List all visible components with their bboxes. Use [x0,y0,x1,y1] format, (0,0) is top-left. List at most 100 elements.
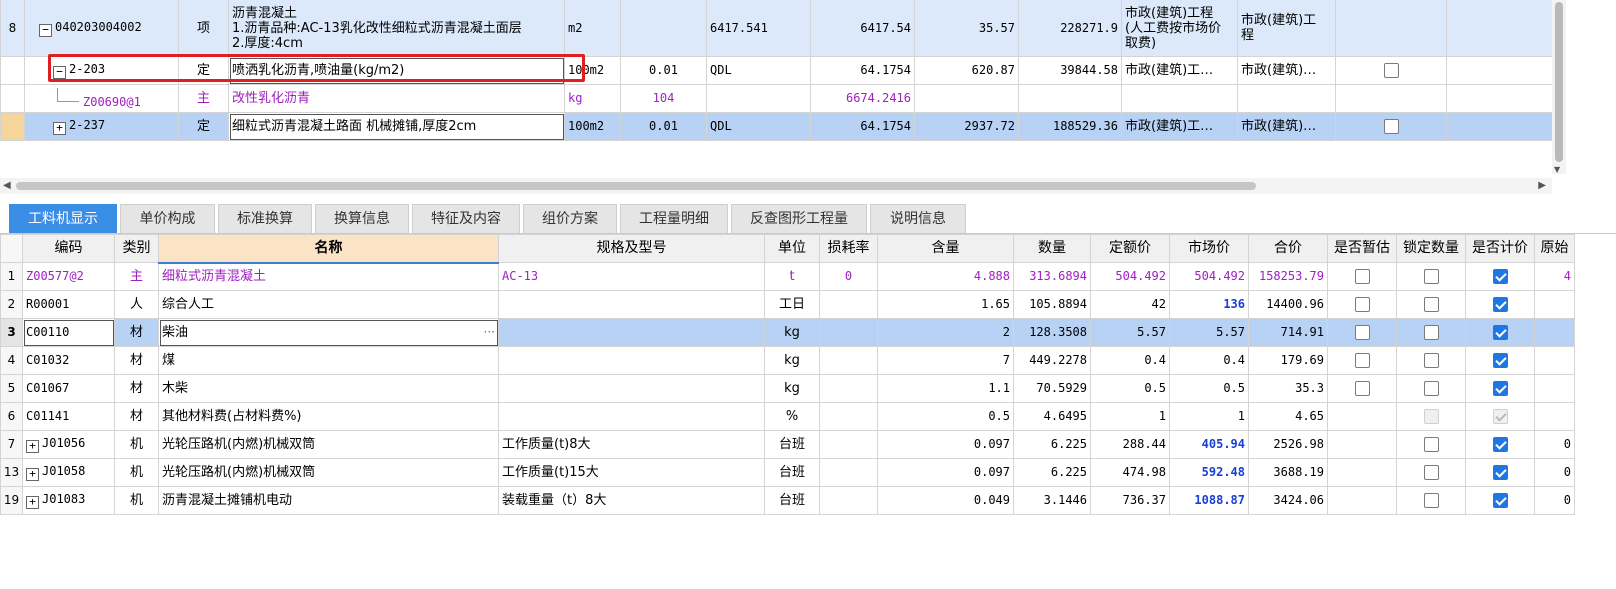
unit-price-cell[interactable]: 620.87 [914,56,1019,85]
quantity-cell[interactable]: 64.1754 [810,56,915,85]
code-cell[interactable]: C01067 [22,374,115,403]
original-cell[interactable] [1534,374,1575,403]
bill-row[interactable]: Z00690@1 主 改性乳化沥青 kg 104 6674.2416 [0,84,1553,113]
horizontal-scrollbar-thumb[interactable] [16,182,1256,190]
content-cell[interactable]: 1.65 [877,290,1014,319]
resource-row[interactable]: 2 R00001 人 综合人工 工日 1.65 105.8894 42 136 14400.96 [0,290,1575,319]
total-cell[interactable]: 228271.9 [1018,0,1122,57]
tab-quantity-detail[interactable]: 工程量明细 [620,204,728,233]
is-priced-cell[interactable] [1465,290,1535,319]
quantity-cell[interactable]: 449.2278 [1013,346,1091,375]
column-header[interactable]: 含量 [877,234,1014,263]
tab-labor-material-machine[interactable]: 工料机显示 [9,204,117,233]
qty-expression-cell[interactable] [706,84,811,113]
unit-price-cell[interactable] [914,84,1019,113]
checkbox-cell[interactable] [1335,112,1447,141]
qty-factor-cell[interactable]: 0.01 [620,56,707,85]
resource-row[interactable]: 3 C00110 材 ··· 柴油 kg 2 128.3508 5.57 5.57 714.91 [0,318,1575,347]
code-cell[interactable]: C01141 [22,402,115,431]
name-cell[interactable]: 细粒式沥青混凝土 [158,262,499,291]
lock-quantity-checkbox[interactable] [1423,353,1439,368]
content-cell[interactable]: 0.097 [877,458,1014,487]
loss-rate-cell[interactable] [819,430,878,459]
spec-cell[interactable]: 装载重量（t）8大 [498,486,765,515]
loss-rate-cell[interactable]: 0 [819,262,878,291]
quota-price-cell[interactable]: 0.5 [1090,374,1170,403]
lock-quantity-cell[interactable] [1396,290,1466,319]
total-price-cell[interactable]: 2526.98 [1248,430,1328,459]
lock-quantity-cell[interactable] [1396,486,1466,515]
total-price-cell[interactable]: 3424.06 [1248,486,1328,515]
content-cell[interactable]: 0.097 [877,430,1014,459]
provisional-cell[interactable] [1327,346,1397,375]
resource-row[interactable]: 1 Z00577@2 主 细粒式沥青混凝土 AC-13 t 0 4.888 313.6894 50… [0,262,1575,291]
is-priced-cell[interactable] [1465,458,1535,487]
provisional-cell[interactable] [1327,374,1397,403]
resource-row[interactable]: 4 C01032 材 煤 kg 7 449.2278 0.4 0.4 179.69 [0,346,1575,375]
row-checkbox[interactable] [1383,63,1399,78]
lock-quantity-checkbox[interactable] [1423,465,1439,480]
is-priced-checkbox[interactable] [1492,269,1508,284]
market-price-cell[interactable]: 0.4 [1169,346,1249,375]
unit-cell[interactable]: 工日 [764,290,820,319]
lock-quantity-checkbox[interactable] [1423,269,1439,284]
qty-expression-cell[interactable]: QDL [706,56,811,85]
code-cell[interactable]: R00001 [22,290,115,319]
qty-factor-cell[interactable]: 0.01 [620,112,707,141]
quantity-cell[interactable]: 4.6495 [1013,402,1091,431]
code-cell[interactable]: Z00690@1 [24,84,179,113]
is-priced-checkbox[interactable] [1492,297,1508,312]
provisional-checkbox[interactable] [1354,325,1370,340]
quantity-cell[interactable]: 6674.2416 [810,84,915,113]
unit-price-cell[interactable]: 2937.72 [914,112,1019,141]
spec-cell[interactable] [498,374,765,403]
type-cell[interactable]: 主 [178,84,229,113]
spec-cell[interactable] [498,402,765,431]
loss-rate-cell[interactable] [819,486,878,515]
unit-cell[interactable]: % [764,402,820,431]
column-header[interactable]: 单位 [764,234,820,263]
category-cell[interactable]: 材 [114,318,159,347]
content-cell[interactable]: 4.888 [877,262,1014,291]
resource-row[interactable]: 13 + J01058 机光轮压路机(内燃)机械双筒 工作质量(t)15大 台班 0.097… [0,458,1575,487]
is-priced-cell[interactable] [1465,402,1535,431]
total-price-cell[interactable]: 179.69 [1248,346,1328,375]
code-cell[interactable]: Z00577@2 [22,262,115,291]
spec-cell[interactable]: 工作质量(t)8大 [498,430,765,459]
code-cell[interactable]: + J01083 [22,486,115,515]
vertical-scrollbar[interactable]: ▼ [1552,0,1566,174]
collapse-icon[interactable]: − [39,23,52,37]
total-price-cell[interactable]: 14400.96 [1248,290,1328,319]
name-cell[interactable]: 光轮压路机(内燃)机械双筒 [158,430,499,459]
unit-cell[interactable]: 台班 [764,430,820,459]
quantity-cell[interactable]: 6417.54 [810,0,915,57]
bill-row[interactable]: +2-237 定 细粒式沥青混凝土路面 机械摊铺,厚度2cm 100m2 0.01 QDL… [0,112,1553,141]
name-cell[interactable]: 综合人工 [158,290,499,319]
tab-standard-conversion[interactable]: 标准换算 [218,204,312,233]
is-priced-checkbox[interactable] [1492,325,1508,340]
quota-price-cell[interactable]: 504.492 [1090,262,1170,291]
bill-row[interactable]: −2-203 定 喷洒乳化沥青,喷油量(kg/m2) 100m2 0.01 QDL 64.1… [0,56,1553,85]
lock-quantity-cell[interactable] [1396,430,1466,459]
provisional-cell[interactable] [1327,262,1397,291]
qty-factor-cell[interactable] [620,0,707,57]
is-priced-cell[interactable] [1465,486,1535,515]
unit-cell[interactable]: kg [764,374,820,403]
column-header[interactable]: 损耗率 [819,234,878,263]
spec-cell[interactable]: 工作质量(t)15大 [498,458,765,487]
quantity-cell[interactable]: 70.5929 [1013,374,1091,403]
code-cell[interactable]: + J01058 [22,458,115,487]
bill-item-grid[interactable]: 8−040203004002 项沥青混凝土 1.沥青品种:AC-13乳化改性细粒式沥… [0,0,1602,147]
original-cell[interactable]: 0 [1534,430,1575,459]
is-priced-checkbox[interactable] [1492,493,1508,508]
type-cell[interactable]: 定 [178,56,229,85]
major-cell[interactable]: 市政(建筑)… [1237,112,1336,141]
lock-quantity-checkbox[interactable] [1423,297,1439,312]
quota-price-cell[interactable]: 0.4 [1090,346,1170,375]
category-cell[interactable]: 主 [114,262,159,291]
loss-rate-cell[interactable] [819,318,878,347]
spec-cell[interactable] [498,346,765,375]
major-cell[interactable]: 市政(建筑)… [1237,56,1336,85]
is-priced-checkbox[interactable] [1492,465,1508,480]
fee-type-cell[interactable]: 市政(建筑)工… [1121,112,1238,141]
